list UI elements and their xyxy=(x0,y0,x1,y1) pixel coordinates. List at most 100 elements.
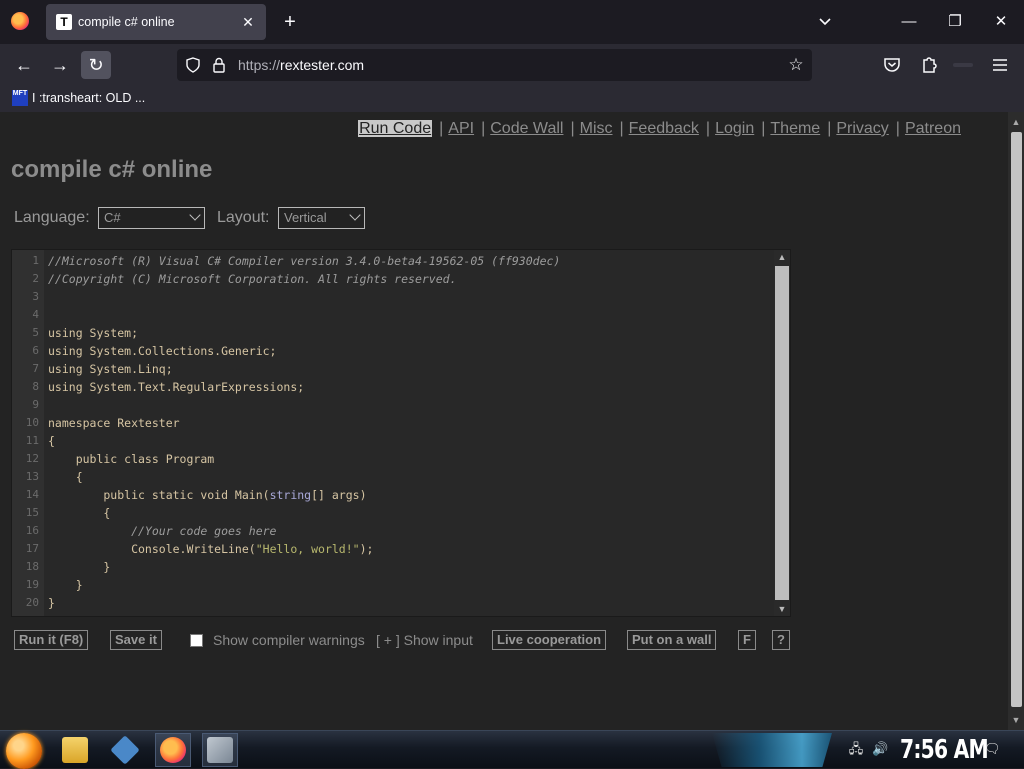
line-number: 18 xyxy=(25,560,39,573)
browser-tab-strip: T compile c# online ✕ + — ❐ ✕ xyxy=(0,0,1024,44)
volume-icon[interactable]: 🔊 xyxy=(872,741,888,757)
scroll-down-icon[interactable]: ▼ xyxy=(1010,714,1022,726)
scroll-up-icon[interactable]: ▲ xyxy=(1010,116,1022,128)
f-button[interactable]: F xyxy=(738,630,756,650)
start-button-icon[interactable] xyxy=(6,733,42,769)
code-line: public class Program xyxy=(48,452,215,466)
code-line: Console.WriteLine("Hello, world!"); xyxy=(48,540,373,558)
url-text: https://rextester.com xyxy=(238,57,365,73)
put-on-wall-button[interactable]: Put on a wall xyxy=(627,630,717,650)
firefox-icon[interactable] xyxy=(11,12,29,30)
nav-misc[interactable]: Misc xyxy=(580,120,613,137)
line-number: 15 xyxy=(25,506,39,519)
compiler-warnings-label: Show compiler warnings xyxy=(213,632,365,648)
line-number: 7 xyxy=(32,362,39,375)
minimize-icon[interactable]: — xyxy=(896,10,922,34)
code-token-type: string xyxy=(269,488,312,502)
line-number: 1 xyxy=(32,254,39,267)
bookmark-star-icon[interactable]: ☆ xyxy=(786,55,806,75)
language-label: Language: xyxy=(14,209,90,226)
code-line: namespace Rextester xyxy=(48,416,180,430)
nav-api[interactable]: API xyxy=(448,120,474,137)
nav-theme[interactable]: Theme xyxy=(770,120,820,137)
line-number: 6 xyxy=(32,344,39,357)
overflow-indicator xyxy=(953,63,973,67)
nav-code-wall[interactable]: Code Wall xyxy=(490,120,563,137)
help-button[interactable]: ? xyxy=(772,630,790,650)
chevron-down-icon xyxy=(349,209,361,221)
shield-icon[interactable] xyxy=(184,56,202,74)
nav-privacy[interactable]: Privacy xyxy=(836,120,888,137)
line-number-gutter: 1 2 3 4 5 6 7 8 9 10 11 12 13 14 15 16 1… xyxy=(12,250,44,616)
scroll-down-icon[interactable]: ▼ xyxy=(776,603,788,615)
show-input-toggle[interactable]: [ + ] Show input xyxy=(376,632,473,648)
layout-value: Vertical xyxy=(284,210,327,225)
code-line: } xyxy=(48,578,83,592)
reload-icon[interactable]: ↻ xyxy=(81,51,111,79)
language-value: C# xyxy=(104,210,121,225)
live-cooperation-button[interactable]: Live cooperation xyxy=(492,630,607,650)
nav-run-code[interactable]: Run Code xyxy=(358,120,433,137)
save-button[interactable]: Save it xyxy=(110,630,162,650)
network-app-icon[interactable] xyxy=(110,735,140,765)
restore-icon[interactable]: ❐ xyxy=(942,10,968,34)
file-explorer-icon[interactable] xyxy=(62,737,88,763)
pocket-icon[interactable] xyxy=(881,54,903,76)
page-content: Run Code | API | Code Wall | Misc | Feedback | Log… xyxy=(0,112,1024,730)
code-line: //Copyright (C) Microsoft Corporation. A… xyxy=(48,272,457,286)
line-number: 9 xyxy=(32,398,39,411)
taskbar-clock[interactable]: 7:56 AM xyxy=(900,735,989,765)
page-scroll-thumb[interactable] xyxy=(1011,132,1022,707)
back-icon[interactable]: ← xyxy=(9,51,39,79)
browser-tab[interactable]: T compile c# online ✕ xyxy=(46,4,266,40)
code-editor[interactable]: 1 2 3 4 5 6 7 8 9 10 11 12 13 14 15 16 1… xyxy=(11,249,791,617)
code-token: public static void Main( xyxy=(48,488,270,502)
code-token: ); xyxy=(359,542,374,556)
nav-login[interactable]: Login xyxy=(715,120,754,137)
code-line: } xyxy=(48,596,55,610)
code-line: { xyxy=(48,470,83,484)
layout-select[interactable]: Vertical xyxy=(278,207,365,229)
code-line: { xyxy=(48,506,111,520)
new-tab-icon[interactable]: + xyxy=(279,11,301,33)
projector-app-icon[interactable] xyxy=(207,737,233,763)
code-line: using System; xyxy=(48,326,139,340)
code-line: using System.Collections.Generic; xyxy=(48,344,277,358)
scroll-up-icon[interactable]: ▲ xyxy=(776,251,788,263)
line-number: 5 xyxy=(32,326,39,339)
notifications-icon[interactable]: 🗨 xyxy=(984,741,1001,757)
menu-icon[interactable] xyxy=(989,54,1011,76)
lock-icon[interactable] xyxy=(210,56,228,74)
forward-icon[interactable]: → xyxy=(45,51,75,79)
browser-nav-bar: ← → ↻ https://rextester.com ☆ xyxy=(0,44,1024,86)
line-number: 16 xyxy=(25,524,39,537)
language-select[interactable]: C# xyxy=(98,207,205,229)
line-number: 19 xyxy=(25,578,39,591)
network-icon[interactable]: 🖧 xyxy=(848,741,864,757)
compiler-warnings-checkbox[interactable] xyxy=(190,634,203,647)
url-bar[interactable]: https://rextester.com ☆ xyxy=(177,49,812,81)
line-number: 20 xyxy=(25,596,39,609)
close-window-icon[interactable]: ✕ xyxy=(988,10,1014,34)
tab-favicon-icon: T xyxy=(56,14,72,30)
code-token-string: "Hello, world!" xyxy=(255,542,360,556)
page-title: compile c# online xyxy=(11,156,213,183)
run-button[interactable]: Run it (F8) xyxy=(14,630,89,650)
extensions-icon[interactable] xyxy=(918,54,940,76)
tab-close-icon[interactable]: ✕ xyxy=(238,12,258,32)
page-scrollbar[interactable]: ▲ ▼ xyxy=(1008,112,1024,730)
nav-feedback[interactable]: Feedback xyxy=(629,120,699,137)
code-line: } xyxy=(48,560,111,574)
code-token: [] args) xyxy=(311,488,367,502)
line-number: 13 xyxy=(25,470,39,483)
bookmark-item[interactable]: I :transheart: OLD ... xyxy=(32,91,145,105)
editor-scrollbar[interactable]: ▲ ▼ xyxy=(774,250,790,616)
line-number: 17 xyxy=(25,542,39,555)
line-number: 4 xyxy=(32,308,39,321)
code-line: //Your code goes here xyxy=(48,524,277,538)
chevron-down-icon[interactable] xyxy=(815,12,835,32)
firefox-taskbar-icon[interactable] xyxy=(160,737,186,763)
bookmarks-toolbar: MFT I :transheart: OLD ... xyxy=(0,86,1024,112)
nav-patreon[interactable]: Patreon xyxy=(905,120,961,137)
editor-scroll-thumb[interactable] xyxy=(775,266,789,600)
